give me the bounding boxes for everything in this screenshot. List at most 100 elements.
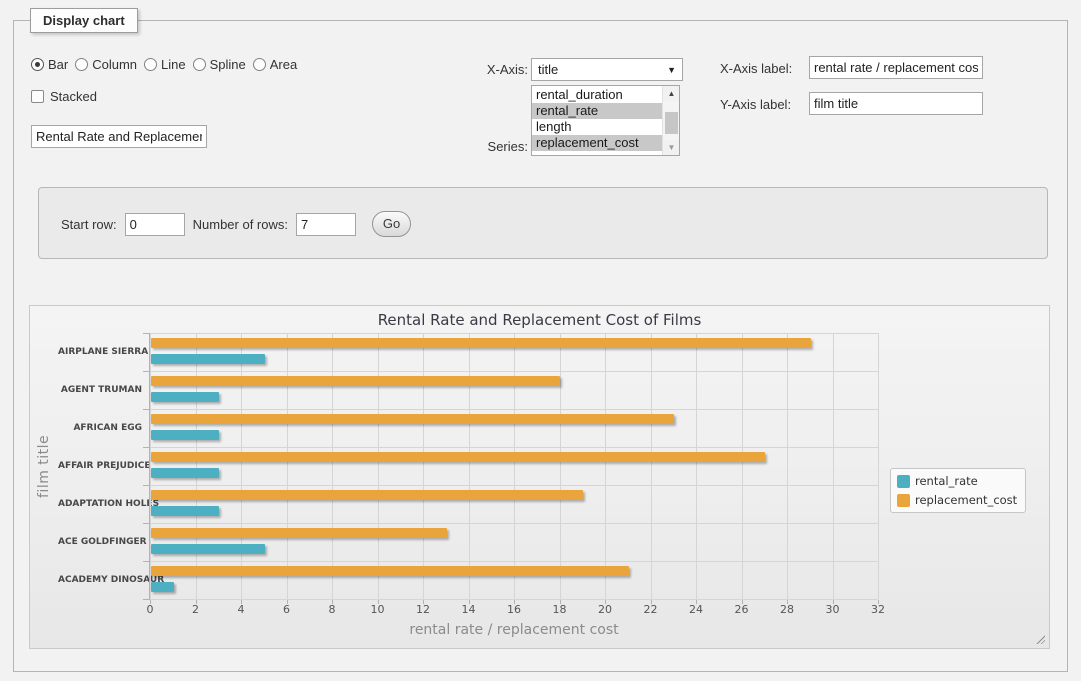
series-option[interactable]: replacement_cost [532, 135, 662, 151]
scroll-up-icon[interactable]: ▲ [663, 86, 680, 101]
go-button[interactable]: Go [372, 211, 411, 237]
category-label: ACE GOLDFINGER [58, 523, 142, 561]
series-option[interactable]: rental_duration [532, 87, 662, 103]
y-axis-tick-mark [143, 599, 150, 600]
bar-rental_rate[interactable] [151, 506, 219, 516]
gridline [651, 333, 652, 599]
chart-legend: rental_rate replacement_cost [890, 468, 1026, 513]
gridline [742, 333, 743, 599]
chart-type-option[interactable]: Area [253, 57, 297, 72]
scroll-down-icon[interactable]: ▼ [663, 140, 680, 155]
x-tick-label: 28 [780, 603, 794, 616]
chart-type-label: Spline [210, 57, 246, 72]
gridline [378, 333, 379, 599]
x-tick-label: 8 [329, 603, 336, 616]
legend-swatch [897, 494, 910, 507]
radio-icon[interactable] [193, 58, 206, 71]
radio-icon[interactable] [144, 58, 157, 71]
stacked-checkbox[interactable] [31, 90, 44, 103]
resize-handle-icon[interactable] [1035, 634, 1045, 644]
category-label: ADAPTATION HOLES [58, 485, 142, 523]
bar-rental_rate[interactable] [151, 544, 265, 554]
gridline [150, 599, 878, 600]
chart-type-option[interactable]: Column [75, 57, 137, 72]
bar-rental_rate[interactable] [151, 582, 174, 592]
start-row-label: Start row: [61, 217, 117, 232]
x-tick-label: 26 [735, 603, 749, 616]
series-options: rental_duration rental_rate length repla… [532, 87, 662, 151]
x-axis-select[interactable]: title ▼ [531, 58, 683, 81]
series-option[interactable]: rental_rate [532, 103, 662, 119]
bar-rental_rate[interactable] [151, 392, 219, 402]
chart-title-input[interactable] [31, 125, 207, 148]
x-tick-label: 10 [371, 603, 385, 616]
radio-icon[interactable] [253, 58, 266, 71]
gridline [150, 523, 878, 524]
y-axis-label-input[interactable] [809, 92, 983, 115]
x-tick-label: 18 [553, 603, 567, 616]
gridline [514, 333, 515, 599]
gridline [878, 333, 879, 599]
category-label: AFRICAN EGG [58, 409, 142, 447]
radio-icon[interactable] [75, 58, 88, 71]
x-axis-label-input[interactable] [809, 56, 983, 79]
chart-title: Rental Rate and Replacement Cost of Film… [30, 311, 1049, 329]
series-listbox[interactable]: rental_duration rental_rate length repla… [531, 85, 680, 156]
x-tick-label: 4 [238, 603, 245, 616]
x-axis-tick-labels: 02468101214161820222426283032 [30, 603, 1049, 617]
bar-rental_rate[interactable] [151, 354, 265, 364]
gridline [150, 485, 878, 486]
gridline [332, 333, 333, 599]
bar-replacement_cost[interactable] [151, 376, 560, 386]
category-label: ACADEMY DINOSAUR [58, 561, 142, 599]
y-axis-label-caption: Y-Axis label: [720, 97, 804, 112]
chart-type-label: Line [161, 57, 186, 72]
x-tick-label: 32 [871, 603, 885, 616]
display-chart-fieldset: Display chart Bar Column Line Spline Are… [13, 20, 1068, 672]
chart-type-option[interactable]: Line [144, 57, 186, 72]
series-option[interactable]: length [532, 119, 662, 135]
category-label: AIRPLANE SIERRA [58, 333, 142, 371]
bar-rental_rate[interactable] [151, 468, 219, 478]
gridline [150, 409, 878, 410]
gridline [241, 333, 242, 599]
bar-replacement_cost[interactable] [151, 338, 811, 348]
legend-swatch [897, 475, 910, 488]
rows-panel-content: Start row: Number of rows: Go [61, 211, 411, 237]
scrollbar-thumb[interactable] [665, 112, 678, 134]
bar-replacement_cost[interactable] [151, 566, 629, 576]
fieldset-legend: Display chart [30, 8, 138, 33]
x-tick-label: 30 [826, 603, 840, 616]
bar-replacement_cost[interactable] [151, 528, 447, 538]
page: Display chart Bar Column Line Spline Are… [0, 0, 1081, 681]
chart-type-option[interactable]: Bar [31, 57, 68, 72]
legend-item[interactable]: replacement_cost [897, 493, 1017, 507]
gridline [196, 333, 197, 599]
chart-container: Rental Rate and Replacement Cost of Film… [29, 305, 1050, 649]
num-rows-input[interactable] [296, 213, 356, 236]
listbox-scrollbar[interactable]: ▲ ▼ [662, 86, 679, 155]
chevron-down-icon: ▼ [667, 65, 676, 75]
num-rows-label: Number of rows: [193, 217, 288, 232]
legend-item[interactable]: rental_rate [897, 474, 1017, 488]
chart-type-option[interactable]: Spline [193, 57, 246, 72]
x-tick-label: 0 [147, 603, 154, 616]
bar-replacement_cost[interactable] [151, 414, 674, 424]
stacked-row: Stacked [31, 89, 97, 104]
radio-icon[interactable] [31, 58, 44, 71]
gridline [696, 333, 697, 599]
gridline [787, 333, 788, 599]
gridline [150, 333, 151, 599]
x-tick-label: 20 [598, 603, 612, 616]
gridline [469, 333, 470, 599]
start-row-input[interactable] [125, 213, 185, 236]
chart-type-label: Column [92, 57, 137, 72]
category-label: AGENT TRUMAN [58, 371, 142, 409]
gridline [150, 333, 878, 334]
bar-replacement_cost[interactable] [151, 452, 765, 462]
bar-rental_rate[interactable] [151, 430, 219, 440]
series-caption: Series: [466, 139, 528, 154]
chart-type-radio-group: Bar Column Line Spline Area [31, 57, 297, 72]
stacked-label: Stacked [50, 89, 97, 104]
bar-replacement_cost[interactable] [151, 490, 583, 500]
